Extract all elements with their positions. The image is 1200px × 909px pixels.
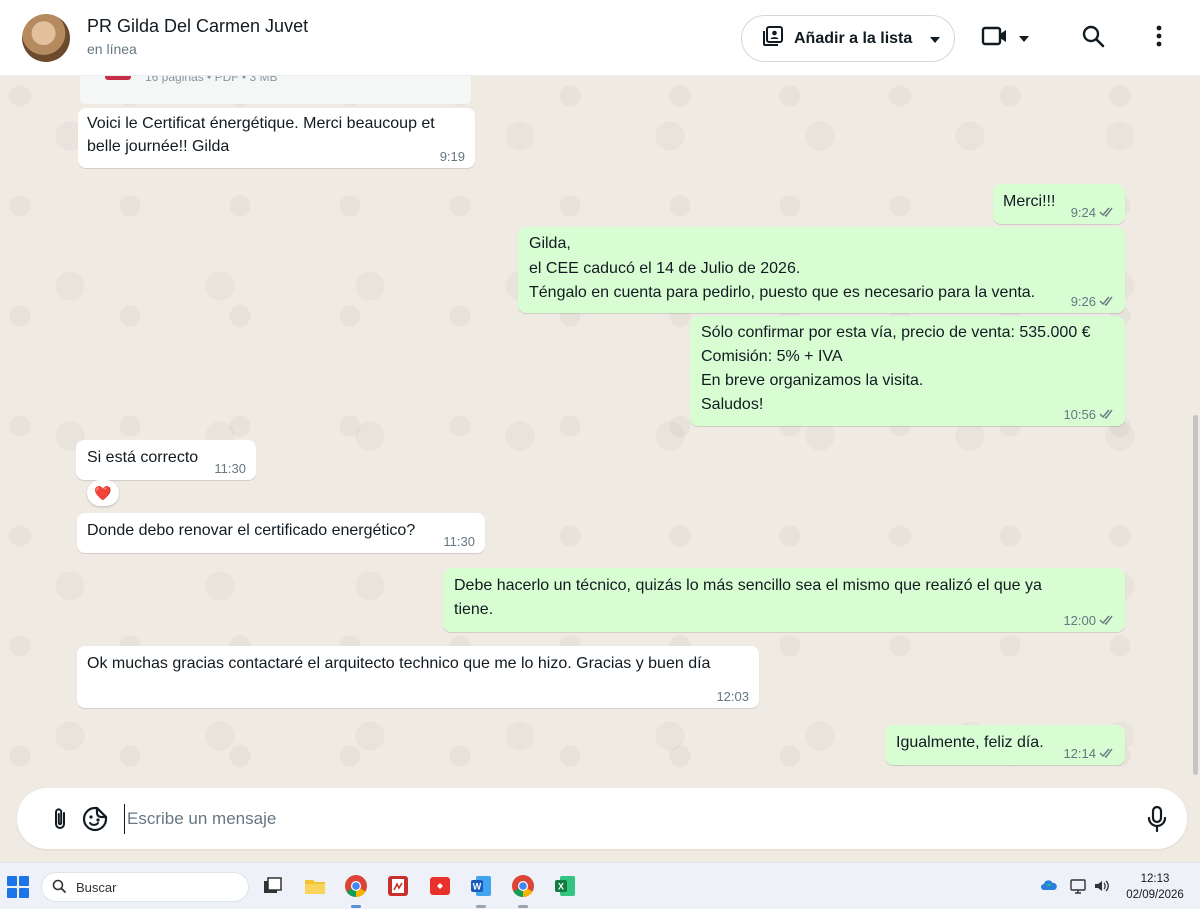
clock-date: 02/09/2026 [1126,889,1184,901]
windows-logo-icon [7,876,17,886]
sticker-icon [81,806,109,837]
active-app-indicator [351,905,361,908]
onedrive-icon[interactable] [1040,877,1058,895]
double-check-icon [1099,206,1115,219]
double-check-icon [1099,614,1115,627]
message-incoming[interactable]: Voici le Certificat énergétique. Merci b… [78,108,475,168]
chrome-icon[interactable] [511,874,535,898]
task-view-icon[interactable] [260,874,284,898]
attach-button[interactable] [47,805,75,833]
contact-avatar[interactable] [22,14,70,62]
system-clock[interactable]: 12:13 02/09/2026 [1120,871,1190,903]
video-camera-icon [981,25,1009,52]
more-vertical-icon [1156,25,1162,52]
message-text: Voici le Certificat énergétique. Merci b… [87,115,435,132]
double-check-icon [1099,747,1115,760]
message-text: belle journée!! Gilda [87,138,230,155]
message-outgoing[interactable]: Merci!!! 9:24 [993,184,1125,224]
svg-text:X: X [558,882,564,892]
search-button[interactable] [1077,22,1109,54]
message-time: 10:56 [1063,408,1115,421]
message-text: Comisión: 5% + IVA [701,348,843,365]
volume-icon[interactable] [1093,877,1111,895]
open-app-indicator [518,905,528,908]
clock-time: 12:13 [1140,873,1170,885]
message-text: Sólo confirmar por esta vía, precio de v… [701,324,1091,341]
anydesk-icon[interactable] [428,874,452,898]
message-text: Debe hacerlo un técnico, quizás lo más s… [454,577,1042,594]
sticker-button[interactable] [81,805,109,833]
message-composer [17,788,1187,849]
message-time: 12:03 [716,689,749,704]
pdf-icon [105,76,131,80]
message-text: Ok muchas gracias contactaré el arquitec… [87,655,711,672]
start-button[interactable] [7,876,29,898]
message-outgoing[interactable]: Gilda, el CEE caducó el 14 de Julio de 2… [518,227,1125,313]
add-to-list-button[interactable]: Añadir a la lista [741,15,955,62]
message-text: el CEE caducó el 14 de Julio de 2026. [529,260,801,277]
message-time: 9:19 [439,149,465,164]
document-meta: 16 páginas • PDF • 3 MB [145,76,278,84]
video-call-button[interactable] [978,24,1032,52]
more-options-button[interactable] [1146,22,1172,54]
message-time: 9:24 [1071,206,1115,219]
paperclip-icon [47,808,75,837]
list-add-icon [762,25,784,52]
open-app-indicator [476,905,486,908]
taskbar-search-label: Buscar [76,879,117,895]
message-text: tiene. [454,601,494,618]
chat-messages[interactable]: 16 páginas • PDF • 3 MB Voici le Certifi… [0,76,1200,786]
contact-name[interactable]: PR Gilda Del Carmen Juvet [87,16,308,37]
message-outgoing[interactable]: Debe hacerlo un técnico, quizás lo más s… [443,568,1125,632]
message-text: Si está correcto [87,449,199,466]
message-time: 9:26 [1071,295,1115,308]
add-to-list-label: Añadir a la lista [794,29,913,47]
message-outgoing[interactable]: Sólo confirmar por esta vía, precio de v… [690,316,1125,426]
svg-text:W: W [473,882,482,892]
message-outgoing[interactable]: Igualmente, feliz día. 12:14 [885,725,1125,765]
message-text: En breve organizamos la visita. [701,372,924,389]
message-text: Merci!!! [1003,193,1056,210]
message-reaction[interactable]: ❤️ [87,480,119,506]
message-time: 11:30 [214,461,246,476]
message-time: 11:30 [443,534,475,549]
message-text: Gilda, [529,235,571,252]
message-input[interactable] [124,804,1104,834]
double-check-icon [1099,408,1115,421]
voice-message-button[interactable] [1145,805,1171,833]
message-text: Téngalo en cuenta para pedirlo, puesto q… [529,284,1036,301]
contact-status: en línea [87,41,137,57]
chat-scrollbar[interactable] [1193,415,1198,775]
pdf-reader-icon[interactable] [386,874,410,898]
chrome-icon[interactable] [344,874,368,898]
chevron-down-icon [1019,29,1029,47]
message-incoming[interactable]: Si está correcto 11:30 [76,440,256,480]
windows-taskbar: Buscar W X 12:13 02/09/2026 [0,862,1200,909]
word-icon[interactable]: W [469,874,493,898]
taskbar-search[interactable]: Buscar [41,872,249,902]
message-incoming[interactable]: Ok muchas gracias contactaré el arquitec… [77,646,759,708]
excel-icon[interactable]: X [553,874,577,898]
message-time: 12:00 [1063,614,1115,627]
message-text: Saludos! [701,396,764,413]
message-time: 12:14 [1063,747,1115,760]
double-check-icon [1099,295,1115,308]
message-text: Donde debo renovar el certificado energé… [87,522,416,539]
chevron-down-icon [930,30,941,48]
microphone-icon [1145,805,1169,837]
network-icon[interactable] [1069,877,1087,895]
message-incoming[interactable]: Donde debo renovar el certificado energé… [77,513,485,553]
file-explorer-icon[interactable] [303,874,327,898]
search-icon [1081,24,1105,53]
message-text: Igualmente, feliz día. [896,734,1044,751]
heart-icon: ❤️ [94,484,112,501]
search-icon [52,879,66,896]
chat-header: PR Gilda Del Carmen Juvet en línea Añadi… [0,0,1200,76]
